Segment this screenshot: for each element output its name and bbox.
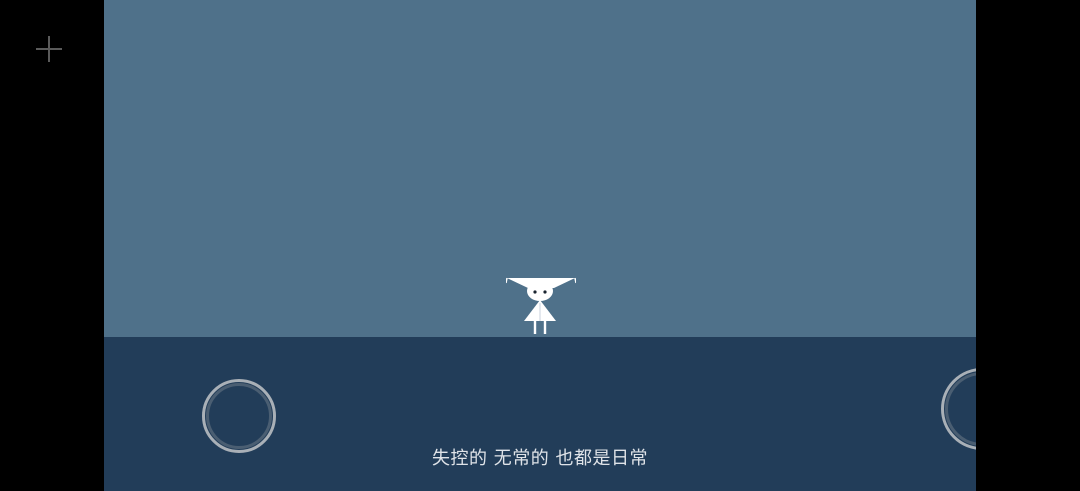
game-screen: 失控的 无常的 也都是日常 — [0, 0, 1080, 491]
crosshair-icon[interactable] — [34, 34, 64, 64]
game-viewport[interactable]: 失控的 无常的 也都是日常 — [104, 0, 976, 491]
left-joystick[interactable] — [202, 379, 276, 453]
subtitle-text: 失控的 无常的 也都是日常 — [432, 448, 648, 469]
left-joystick-inner-ring — [206, 383, 272, 449]
player-character — [505, 276, 577, 336]
